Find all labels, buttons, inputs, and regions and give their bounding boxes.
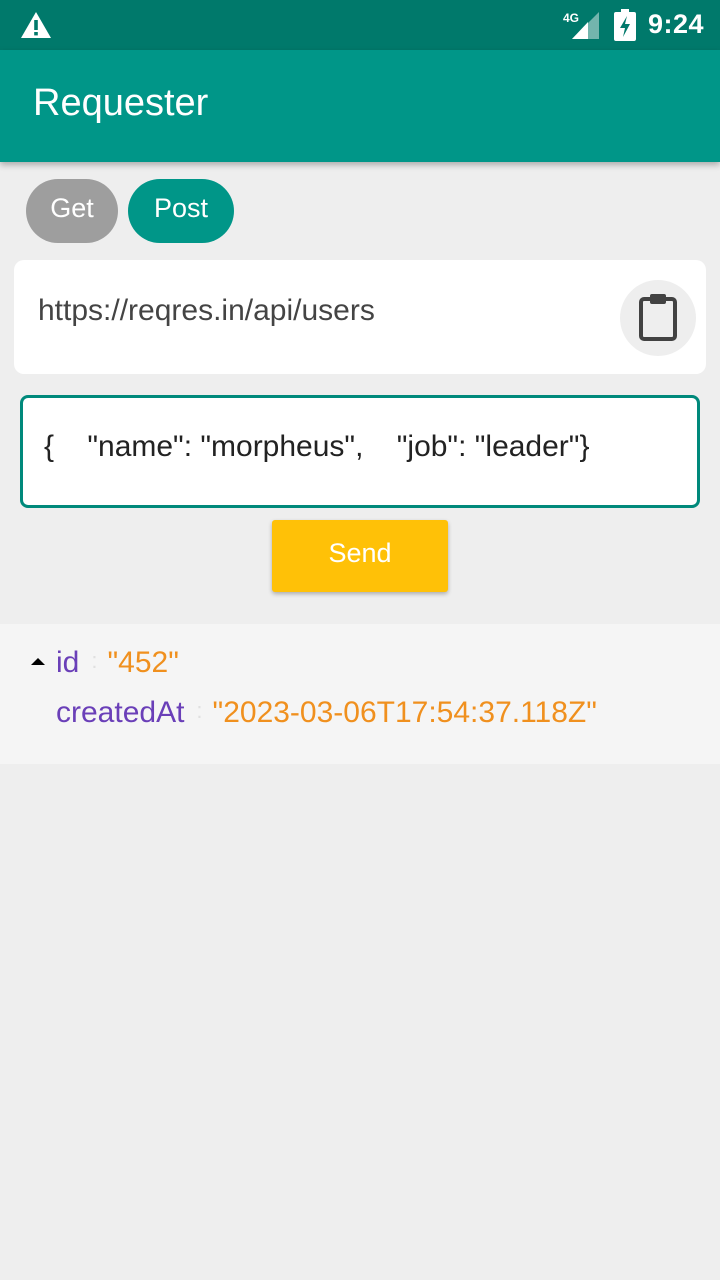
json-result-view: id: "452" createdAt: "2023-03-06T17:54:37.… [0, 624, 720, 764]
post-method-chip[interactable]: Post [128, 179, 234, 243]
json-colon: : [91, 648, 98, 673]
json-colon: : [196, 698, 203, 723]
request-body-text[interactable]: { "name": "morpheus", "job": "leader"} [44, 430, 589, 464]
network-type-label: 4G [563, 11, 579, 25]
request-body-field[interactable]: { "name": "morpheus", "job": "leader"} [20, 395, 700, 508]
signal-4g-icon: 4G [562, 10, 600, 40]
json-entry-createdat: createdAt: "2023-03-06T17:54:37.118Z" [56, 696, 597, 736]
battery-charging-icon [614, 9, 636, 41]
get-method-chip[interactable]: Get [26, 179, 118, 243]
url-input[interactable]: https://reqres.in/api/users [38, 294, 375, 328]
json-key: id [56, 646, 80, 679]
app-title: Requester [33, 82, 209, 124]
paste-button[interactable] [620, 280, 696, 356]
clipboard-icon [639, 294, 677, 341]
status-time: 9:24 [648, 9, 705, 39]
status-bar: 4G 9:24 [0, 0, 720, 50]
url-card: https://reqres.in/api/users [14, 260, 706, 374]
json-value: "2023-03-06T17:54:37.118Z" [212, 696, 597, 729]
app-bar: Requester [0, 50, 720, 162]
warning-icon [20, 10, 52, 40]
collapse-caret-icon[interactable] [30, 646, 56, 680]
json-key: createdAt [56, 696, 185, 729]
json-entry-id: id: "452" [30, 646, 179, 686]
send-button[interactable]: Send [272, 520, 448, 592]
json-value: "452" [107, 646, 179, 679]
